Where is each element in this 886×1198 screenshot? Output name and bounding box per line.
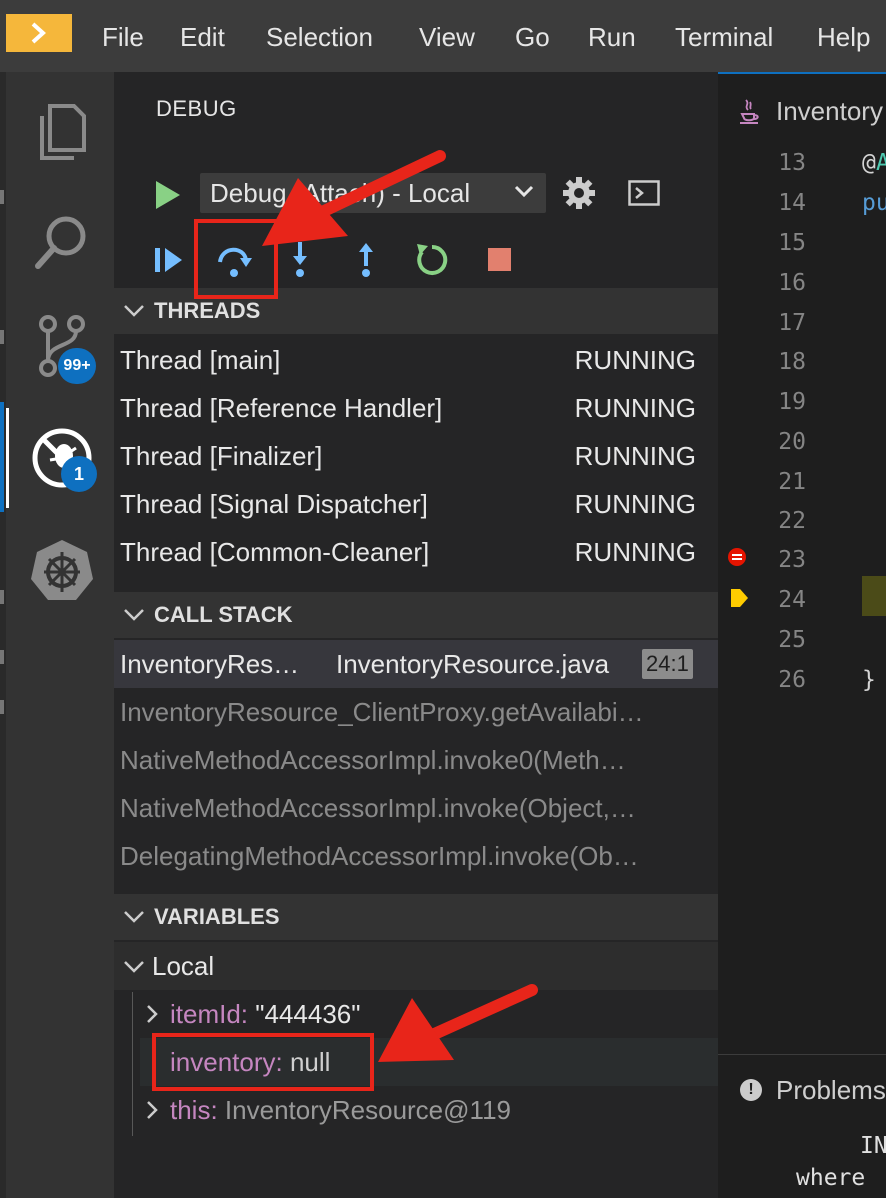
arrow-to-step-over: [262, 150, 446, 246]
arrow-to-inventory-variable: [378, 984, 538, 1062]
annotation-arrows: [262, 150, 538, 1062]
